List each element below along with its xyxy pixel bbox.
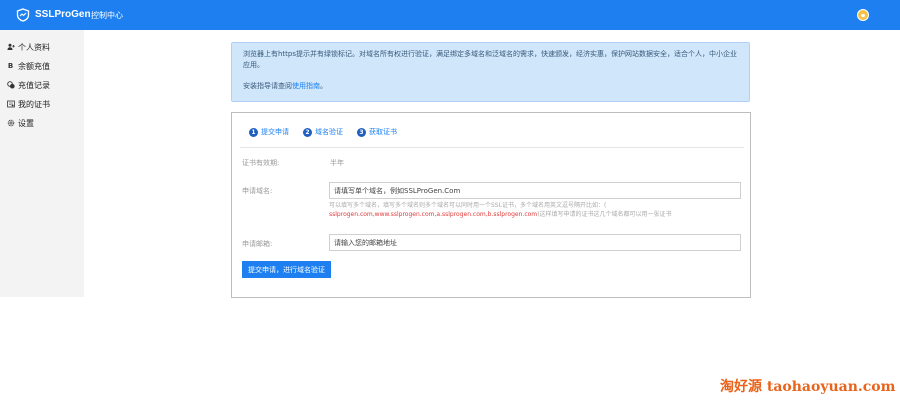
sidebar-item-my-certificates[interactable]: 我的证书 xyxy=(7,97,50,111)
step-number: 3 xyxy=(357,127,366,137)
watermark: 淘好源 taohaoyuan.com xyxy=(720,379,896,395)
step-label: 获取证书 xyxy=(369,128,397,136)
step-label: 提交申请 xyxy=(261,128,289,136)
install-guide-prefix: 安装指导请查阅 xyxy=(243,82,292,90)
sidebar-item-recharge-history[interactable]: 充值记录 xyxy=(7,78,50,92)
sidebar-item-recharge[interactable]: B 余额充值 xyxy=(7,59,50,73)
domain-hint-example: sslprogen.com,www.sslprogen.com,a.sslpro… xyxy=(329,211,538,218)
sidebar-item-settings[interactable]: 设置 xyxy=(7,116,34,130)
step-domain-verification[interactable]: 2 域名验证 xyxy=(303,127,343,137)
divider xyxy=(240,147,744,148)
certificate-icon xyxy=(7,100,15,108)
domain-hint-suffix: )这样填写申请的证书这几个域名都可以用一张证书 xyxy=(537,211,672,218)
step-label: 域名验证 xyxy=(315,128,343,136)
domain-input[interactable] xyxy=(329,182,741,199)
info-notice: 浏览器上有https提示并有绿锁标记。对域名所有权进行验证，满足绑定多域名和泛域… xyxy=(231,42,750,102)
notice-text: 浏览器上有https提示并有绿锁标记。对域名所有权进行验证，满足绑定多域名和泛域… xyxy=(243,50,738,69)
domain-label: 申请域名: xyxy=(242,187,273,195)
bitcoin-icon: B xyxy=(7,62,14,70)
coins-icon xyxy=(7,81,15,89)
step-number: 1 xyxy=(249,127,258,137)
user-avatar[interactable] xyxy=(857,9,869,21)
domain-hint-text: 可以填写多个域名，填写多个域名则多个域名可以同时用一个SSL证书，多个域名用英文… xyxy=(329,202,607,209)
validity-value: 半年 xyxy=(330,159,344,167)
sidebar-item-label: 充值记录 xyxy=(18,80,50,90)
step-number: 2 xyxy=(303,127,312,137)
step-indicator: 1 提交申请 2 域名验证 3 获取证书 xyxy=(249,127,397,137)
gear-icon xyxy=(7,119,15,127)
nav-control-center[interactable]: 控制中心 xyxy=(91,10,123,21)
email-input[interactable] xyxy=(329,234,741,251)
domain-hint: 可以填写多个域名，填写多个域名则多个域名可以同时用一个SSL证书，多个域名用英文… xyxy=(329,201,741,219)
install-guide-line: 安装指导请查阅使用指南。 xyxy=(243,81,738,92)
user-plus-icon xyxy=(7,43,15,51)
validity-label: 证书有效期: xyxy=(242,159,280,167)
shield-logo-icon[interactable] xyxy=(16,8,30,22)
sidebar-item-profile[interactable]: 个人资料 xyxy=(7,40,50,54)
install-guide-suffix: 。 xyxy=(320,82,327,90)
step-get-certificate[interactable]: 3 获取证书 xyxy=(357,127,397,137)
sidebar: 个人资料 B 余额充值 充值记录 我的证书 设置 xyxy=(0,30,84,297)
sidebar-item-label: 我的证书 xyxy=(18,99,50,109)
brand-name[interactable]: SSLProGen xyxy=(35,8,91,22)
step-submit-application[interactable]: 1 提交申请 xyxy=(249,127,289,137)
submit-application-button[interactable]: 提交申请，进行域名验证 xyxy=(242,261,331,278)
sidebar-item-label: 个人资料 xyxy=(18,42,50,52)
sidebar-item-label: 设置 xyxy=(18,118,34,128)
sidebar-item-label: 余额充值 xyxy=(18,61,50,71)
email-label: 申请邮箱: xyxy=(242,240,273,248)
install-guide-link[interactable]: 使用指南 xyxy=(292,82,320,90)
apply-form-panel: 1 提交申请 2 域名验证 3 获取证书 证书有效期: 半年 申请域名: 可以填… xyxy=(231,112,751,298)
top-navbar: SSLProGen 控制中心 xyxy=(0,0,900,30)
